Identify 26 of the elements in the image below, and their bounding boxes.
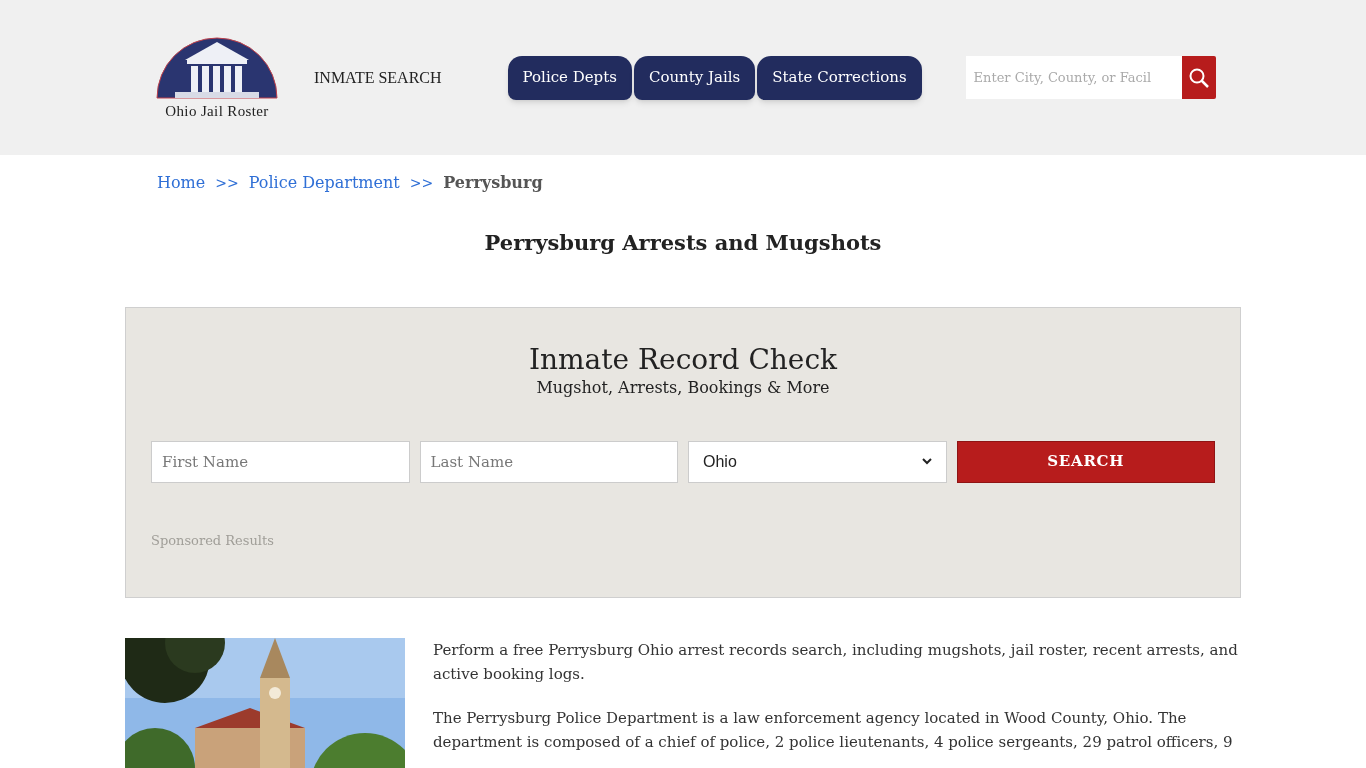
nav-tab[interactable]: Police Depts (507, 55, 632, 100)
search-field[interactable]: Enter City, County, or Facil (965, 56, 1182, 99)
state-select[interactable]: Ohio (688, 440, 947, 483)
page-title: Perrysburg Arrests and Mugshots (483, 229, 883, 257)
last-name-field[interactable]: Last Name (419, 440, 678, 483)
chevron-down-icon (921, 458, 932, 465)
breadcrumb-separator: >> (409, 173, 434, 193)
inmate-search-link[interactable]: INMATE SEARCH (314, 65, 442, 90)
first-name-field[interactable]: First Name (151, 440, 410, 483)
breadcrumb-current: Perrysburg (443, 172, 543, 194)
panel-title: Inmate Record Check (527, 341, 839, 378)
breadcrumb-link[interactable]: Home (157, 171, 206, 195)
nav-tab[interactable]: State Corrections (757, 55, 922, 100)
panel-subtitle: Mugshot, Arrests, Bookings & More (535, 377, 831, 398)
nav-tab[interactable]: County Jails (633, 55, 756, 100)
breadcrumb-link[interactable]: Police Department (248, 171, 400, 195)
search-submit-button[interactable]: SEARCH (956, 440, 1215, 483)
breadcrumb-separator: >> (215, 173, 239, 193)
search-button[interactable] (1181, 56, 1216, 99)
search-icon (1187, 66, 1210, 89)
site-logo[interactable]: Ohio Jail Roster (146, 36, 288, 119)
courthouse-logo-icon (155, 36, 279, 100)
article-paragraph: The Perrysburg Police Department is a law enforcement agency located in Wood County, Ohio. The department is composed of a chief of police, 2 police lieutenants, 4 police sergeants, 29 patrol officers, 9 (433, 707, 1234, 753)
logo-text: Ohio Jail Roster (165, 104, 269, 119)
sponsored-results-label: Sponsored Results (151, 531, 275, 550)
article-paragraph: Perform a free Perrysburg Ohio arrest records search, including mugshots, jail roster, recent arrests, and active booking logs. (433, 639, 1239, 685)
